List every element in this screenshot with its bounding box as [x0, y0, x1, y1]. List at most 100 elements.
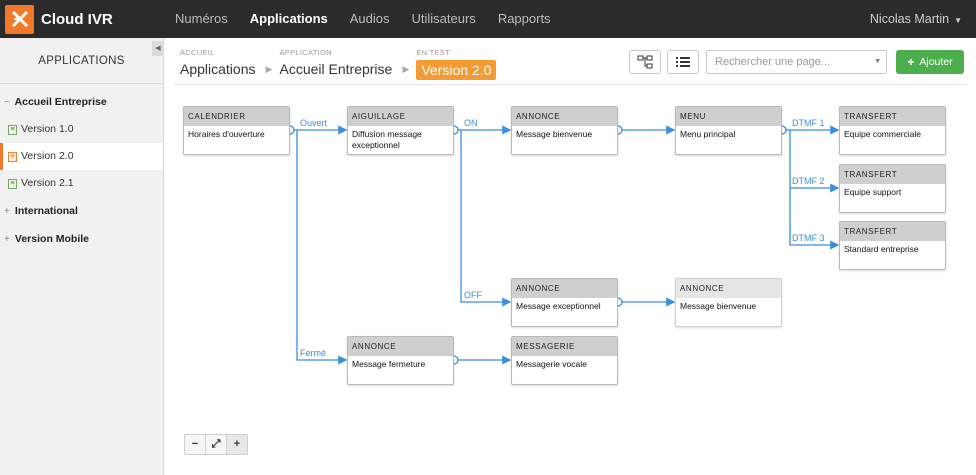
node-label: Horaires d'ouverture — [188, 129, 265, 139]
tree-group-label: International — [14, 205, 78, 217]
flow-node-aiguillage[interactable]: AIGUILLAGE Diffusion message exceptionne… — [347, 106, 454, 155]
tree-group-accueil-entreprise[interactable]: − Accueil Entreprise — [0, 88, 163, 116]
sidebar: APPLICATIONS ◀ − Accueil Entreprise ≡ Ve… — [0, 38, 164, 475]
flow-node-annonce-exceptionnel[interactable]: ANNONCE Message exceptionnel — [511, 278, 618, 327]
node-type: TRANSFERT — [840, 107, 945, 126]
tree-item-version-2-1[interactable]: ≡ Version 2.1 — [0, 170, 163, 197]
connector-off — [460, 130, 512, 307]
flow-node-menu[interactable]: MENU Menu principal — [675, 106, 782, 155]
node-label: Diffusion message exceptionnel — [352, 129, 422, 150]
collapse-sidebar-button[interactable]: ◀ — [152, 41, 164, 56]
version-badge: Version 2.0 — [416, 60, 497, 80]
tree-group-version-mobile[interactable]: + Version Mobile — [0, 225, 163, 253]
tree-group-label: Accueil Entreprise — [14, 96, 107, 108]
node-label: Message bienvenue — [680, 301, 757, 311]
add-button[interactable]: + Ajouter — [896, 50, 964, 74]
node-label: Equipe commerciale — [844, 129, 922, 139]
tree-item-label: Version 2.1 — [21, 177, 74, 189]
connector-label-dtmf1: DTMF 1 — [792, 118, 825, 128]
app-name: Cloud IVR — [41, 10, 113, 28]
plus-icon: + — [907, 55, 915, 69]
list-icon — [676, 57, 690, 67]
node-type: MENU — [676, 107, 781, 126]
page-search-select[interactable]: Rechercher une page... ▼ — [706, 50, 887, 74]
zoom-controls: − ⤢ + — [184, 434, 248, 455]
node-type: ANNONCE — [512, 107, 617, 126]
file-icon: ≡ — [8, 124, 17, 135]
connector-ferme — [296, 130, 348, 365]
brand[interactable]: Cloud IVR — [0, 0, 113, 38]
chevron-right-icon: ▶ — [402, 64, 410, 74]
nav-item-audios[interactable]: Audios — [339, 0, 401, 38]
file-icon: ≡ — [8, 178, 17, 189]
flow-node-transfert-standard[interactable]: TRANSFERT Standard entreprise — [839, 221, 946, 270]
list-view-button[interactable] — [667, 50, 699, 74]
logo-icon — [5, 4, 34, 34]
diagram-icon — [637, 55, 653, 69]
flow-node-annonce-bienvenue-2[interactable]: ANNONCE Message bienvenue — [675, 278, 782, 327]
nav-item-numeros[interactable]: Numéros — [164, 0, 239, 38]
flow-node-annonce-fermeture[interactable]: ANNONCE Message fermeture — [347, 336, 454, 385]
node-label: Message fermeture — [352, 359, 426, 369]
node-type: MESSAGERIE — [512, 337, 617, 356]
node-label: Standard entreprise — [844, 244, 919, 254]
fit-to-screen-button[interactable]: ⤢ — [206, 435, 227, 454]
breadcrumb-item-accueil[interactable]: ACCUEIL Applications ▶ — [180, 48, 273, 77]
node-type: TRANSFERT — [840, 165, 945, 184]
file-icon: ≡ — [8, 151, 17, 162]
flow-node-messagerie[interactable]: MESSAGERIE Messagerie vocale — [511, 336, 618, 385]
tree-item-version-2-0[interactable]: ≡ Version 2.0 — [0, 143, 163, 170]
connector-label-dtmf3: DTMF 3 — [792, 233, 825, 243]
flow-node-transfert-support[interactable]: TRANSFERT Equipe support — [839, 164, 946, 213]
nav-item-applications[interactable]: Applications — [239, 0, 339, 38]
tree-item-label: Version 2.0 — [21, 150, 74, 162]
add-button-label: Ajouter — [919, 56, 953, 68]
nav-item-utilisateurs[interactable]: Utilisateurs — [401, 0, 487, 38]
connector-label-on: ON — [464, 118, 478, 128]
node-type: TRANSFERT — [840, 222, 945, 241]
breadcrumb-caption: ACCUEIL — [180, 48, 215, 57]
user-menu[interactable]: Nicolas Martin ▼ — [870, 0, 962, 40]
expand-icon[interactable]: + — [4, 198, 12, 226]
node-type: ANNONCE — [512, 279, 617, 298]
connector-label-ouvert: Ouvert — [300, 118, 328, 128]
node-type: AIGUILLAGE — [348, 107, 453, 126]
tree-item-label: Version 1.0 — [21, 123, 74, 135]
breadcrumb-caption: EN TEST — [416, 48, 450, 57]
node-type: ANNONCE — [676, 279, 781, 298]
flow-node-annonce-bienvenue[interactable]: ANNONCE Message bienvenue — [511, 106, 618, 155]
zoom-out-button[interactable]: − — [185, 435, 206, 454]
collapse-icon[interactable]: − — [4, 89, 12, 117]
node-label: Message bienvenue — [516, 129, 593, 139]
node-type: ANNONCE — [348, 337, 453, 356]
user-name: Nicolas Martin — [869, 12, 950, 26]
flow-node-transfert-commerciale[interactable]: TRANSFERT Equipe commerciale — [839, 106, 946, 155]
chevron-down-icon: ▼ — [954, 16, 962, 25]
diagram-view-button[interactable] — [629, 50, 661, 74]
breadcrumb-item-version: EN TEST Version 2.0 — [416, 48, 497, 80]
node-label: Menu principal — [680, 129, 736, 139]
header-divider — [174, 84, 966, 85]
node-label: Message exceptionnel — [516, 301, 601, 311]
connector-label-off: OFF — [464, 290, 482, 300]
expand-icon[interactable]: + — [4, 226, 12, 254]
chevron-right-icon: ▶ — [265, 64, 273, 74]
breadcrumb: ACCUEIL Applications ▶ APPLICATION Accue… — [180, 48, 520, 84]
breadcrumb-label: Accueil Entreprise — [279, 61, 393, 77]
zoom-in-button[interactable]: + — [227, 435, 247, 454]
nav-item-rapports[interactable]: Rapports — [487, 0, 562, 38]
main-nav: Numéros Applications Audios Utilisateurs… — [164, 0, 562, 38]
tree-item-version-1-0[interactable]: ≡ Version 1.0 — [0, 116, 163, 143]
breadcrumb-caption: APPLICATION — [279, 48, 332, 57]
top-navbar: Cloud IVR Numéros Applications Audios Ut… — [0, 0, 976, 38]
node-label: Equipe support — [844, 187, 902, 197]
node-label: Messagerie vocale — [516, 359, 587, 369]
breadcrumb-label: Applications — [180, 61, 256, 77]
connector-label-ferme: Fermé — [300, 348, 327, 358]
search-placeholder: Rechercher une page... — [715, 56, 830, 68]
breadcrumb-item-application[interactable]: APPLICATION Accueil Entreprise ▶ — [279, 48, 410, 77]
tree-group-international[interactable]: + International — [0, 197, 163, 225]
flow-node-calendrier[interactable]: CALENDRIER Horaires d'ouverture — [183, 106, 290, 155]
chevron-down-icon: ▼ — [874, 58, 881, 65]
node-type: CALENDRIER — [184, 107, 289, 126]
